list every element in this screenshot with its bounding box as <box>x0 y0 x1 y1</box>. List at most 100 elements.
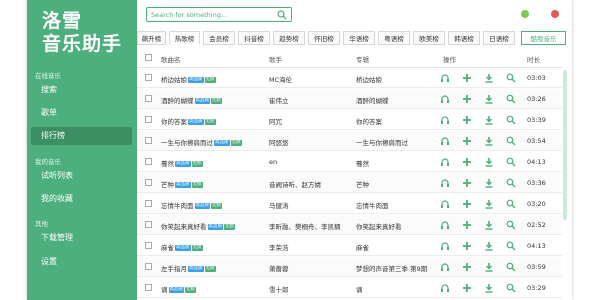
tab-chinese[interactable]: 华语榜 <box>343 31 375 45</box>
table-row[interactable]: 谪高品质 无损 雪十郎谪 03:29 <box>137 278 562 298</box>
listen-icon[interactable] <box>440 262 450 272</box>
tab-western[interactable]: 欧美榜 <box>413 31 445 45</box>
row-checkbox[interactable] <box>145 116 152 123</box>
sidebar-item-favorites[interactable]: 我的收藏 <box>31 190 132 208</box>
artist-name: MC海伦 <box>269 76 293 84</box>
song-title: 你的答案 <box>161 118 187 126</box>
table-row[interactable]: 桥边姑娘 高品质 无损 MC海伦 桥边姑娘 03:03 <box>137 68 562 88</box>
row-checkbox[interactable] <box>145 200 152 207</box>
download-icon[interactable] <box>484 220 494 230</box>
tab-nostalgia[interactable]: 怀旧榜 <box>308 31 340 45</box>
add-icon[interactable] <box>462 283 472 293</box>
row-checkbox[interactable] <box>145 179 152 186</box>
add-icon[interactable] <box>462 73 472 83</box>
search-input[interactable]: Search for something... <box>146 7 292 22</box>
add-icon[interactable] <box>462 262 472 272</box>
tab-japanese[interactable]: 日语榜 <box>483 31 515 45</box>
search-icon[interactable] <box>506 157 516 167</box>
listen-icon[interactable] <box>440 73 450 83</box>
listen-icon[interactable] <box>440 94 450 104</box>
sidebar-item-charts[interactable]: 排行榜 <box>31 127 132 145</box>
tab-hot[interactable]: 热歌榜 <box>169 31 200 45</box>
close-button[interactable] <box>551 10 559 18</box>
listen-icon[interactable] <box>440 220 450 230</box>
duration: 03:29 <box>527 284 546 292</box>
search-icon[interactable] <box>506 262 516 272</box>
search-icon[interactable] <box>277 10 287 20</box>
download-icon[interactable] <box>484 262 494 272</box>
add-icon[interactable] <box>462 136 472 146</box>
sidebar-item-search[interactable]: 搜索 <box>31 81 132 99</box>
download-icon[interactable] <box>484 199 494 209</box>
tab-vip[interactable]: 会员榜 <box>203 31 235 45</box>
row-checkbox[interactable] <box>145 242 152 249</box>
add-icon[interactable] <box>462 178 472 188</box>
row-checkbox[interactable] <box>145 221 152 228</box>
search-icon[interactable] <box>506 199 516 209</box>
listen-icon[interactable] <box>440 241 450 251</box>
add-icon[interactable] <box>462 94 472 104</box>
sidebar-item-trial-list[interactable]: 试听列表 <box>31 167 132 185</box>
album-name: 梦想的声音第三季 第9期 <box>356 265 428 273</box>
table-row[interactable]: 你的答案 高品质 无损 阿冗 你的答案 03:39 <box>137 110 562 130</box>
row-checkbox[interactable] <box>145 158 152 165</box>
table-row[interactable]: 一生与你擦肩而过 高品质 无损 阿悠悠 一生与你擦肩而过 03:54 <box>137 131 562 151</box>
album-name: 桥边姑娘 <box>356 76 382 84</box>
table-row[interactable]: 蓦然 高品质 无损 en 蓦然 04:13 <box>137 152 562 172</box>
table-row[interactable]: 麻雀 高品质 无损 李荣浩 麻雀 04:13 <box>137 236 562 256</box>
tab-trend[interactable]: 趋势榜 <box>273 31 305 45</box>
download-icon[interactable] <box>484 73 494 83</box>
listen-icon[interactable] <box>440 115 450 125</box>
download-icon[interactable] <box>484 157 494 167</box>
col-artist: 歌手 <box>269 56 282 64</box>
sidebar-item-downloads[interactable]: 下载管理 <box>31 229 132 247</box>
table-row[interactable]: 左手指月 高品质 无损 萧蔷蓉 梦想的声音第三季 第9期 03:59 <box>137 257 562 277</box>
search-icon[interactable] <box>506 241 516 251</box>
row-checkbox[interactable] <box>145 95 152 102</box>
album-name: 忘情牛肉面 <box>356 202 389 210</box>
search-icon[interactable] <box>506 136 516 146</box>
tab-douyin[interactable]: 抖音榜 <box>238 31 270 45</box>
download-icon[interactable] <box>484 283 494 293</box>
listen-icon[interactable] <box>440 157 450 167</box>
download-icon[interactable] <box>484 136 494 146</box>
row-checkbox[interactable] <box>145 137 152 144</box>
search-icon[interactable] <box>506 94 516 104</box>
add-icon[interactable] <box>462 157 472 167</box>
tab-cantonese[interactable]: 粤语榜 <box>378 31 410 45</box>
add-icon[interactable] <box>462 115 472 125</box>
download-icon[interactable] <box>484 241 494 251</box>
add-icon[interactable] <box>462 199 472 209</box>
tab-korean[interactable]: 韩语榜 <box>448 31 480 45</box>
table-row[interactable]: 芒种 高品质 无损 音阙诗听、赵方婧 芒种 03:36 <box>137 173 562 193</box>
search-icon[interactable] <box>506 283 516 293</box>
listen-icon[interactable] <box>440 178 450 188</box>
download-icon[interactable] <box>484 115 494 125</box>
search-icon[interactable] <box>506 220 516 230</box>
search-icon[interactable] <box>506 178 516 188</box>
table-row[interactable]: 忘情牛肉面 高品质 无损 马健涛 忘情牛肉面 03:20 <box>137 194 562 214</box>
source-selector[interactable]: 酷我音乐 <box>521 31 566 45</box>
tab-soaring[interactable]: 飙升榜 <box>137 31 166 45</box>
scrollbar[interactable] <box>563 70 567 220</box>
download-icon[interactable] <box>484 94 494 104</box>
row-checkbox[interactable] <box>145 284 152 291</box>
album-name: 酒醉的蝴蝶 <box>356 97 389 105</box>
select-all-checkbox[interactable] <box>145 54 152 61</box>
listen-icon[interactable] <box>440 283 450 293</box>
sidebar-item-playlists[interactable]: 歌单 <box>31 104 132 122</box>
minimize-button[interactable] <box>521 10 529 18</box>
sidebar-item-settings[interactable]: 设置 <box>31 253 132 271</box>
search-icon[interactable] <box>506 115 516 125</box>
add-icon[interactable] <box>462 241 472 251</box>
lossless-badge: 无损 <box>230 140 242 146</box>
listen-icon[interactable] <box>440 199 450 209</box>
row-checkbox[interactable] <box>145 74 152 81</box>
table-row[interactable]: 你笑起来真好看 高品质 无损 李昕融、樊桐舟、李凯稠 你笑起来真好看 02:52 <box>137 215 562 235</box>
add-icon[interactable] <box>462 220 472 230</box>
listen-icon[interactable] <box>440 136 450 146</box>
table-row[interactable]: 酒醉的蝴蝶 高品质 无损 崔伟立 酒醉的蝴蝶 03:26 <box>137 89 562 109</box>
search-icon[interactable] <box>506 73 516 83</box>
download-icon[interactable] <box>484 178 494 188</box>
row-checkbox[interactable] <box>145 263 152 270</box>
